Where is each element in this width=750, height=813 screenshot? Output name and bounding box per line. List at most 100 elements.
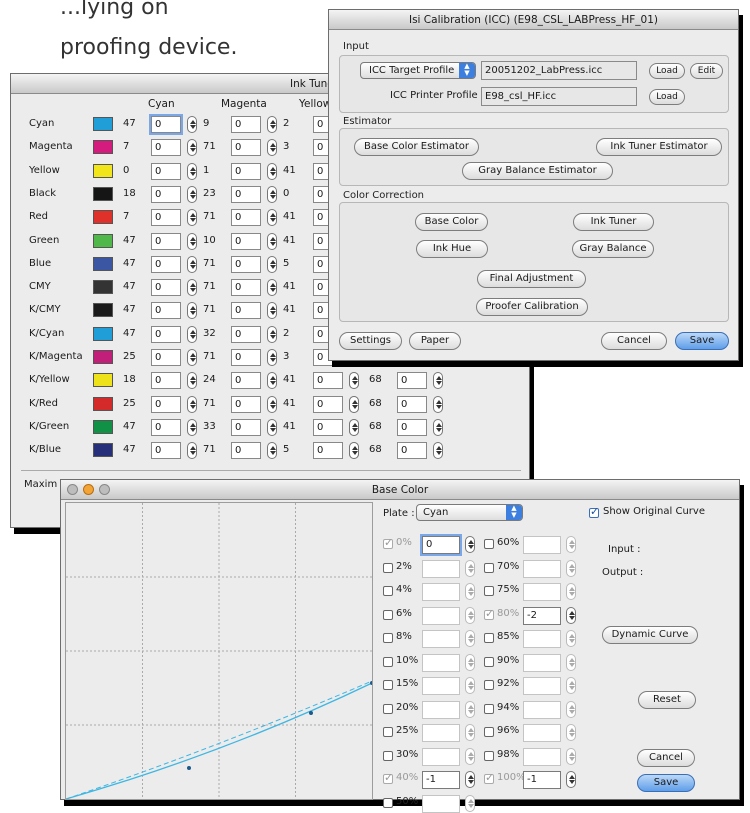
proofer-calibration-button[interactable]: Proofer Calibration [476, 298, 588, 316]
point-value-field[interactable] [422, 606, 460, 625]
point-stepper[interactable] [566, 700, 576, 718]
point-value-field[interactable] [523, 677, 561, 695]
ink-row-field-k[interactable]: 0 [313, 395, 343, 413]
ink-row-field-c[interactable]: 0 [151, 372, 181, 390]
close-button-icon[interactable] [67, 484, 78, 495]
ink-row-stepper-k[interactable] [349, 418, 359, 436]
ink-row-field-k[interactable]: 0 [313, 418, 343, 436]
point-stepper[interactable] [566, 583, 576, 600]
point-checkbox[interactable] [383, 703, 393, 714]
ink-row-field-c[interactable]: 0 [151, 139, 181, 157]
point-value-field[interactable] [523, 724, 561, 742]
ink-row-stepper-c[interactable] [187, 302, 197, 320]
point-stepper[interactable] [465, 536, 475, 553]
target-profile-select[interactable]: ICC Target Profile ▲ ▼ [360, 62, 476, 79]
ink-row-stepper-l[interactable] [433, 418, 443, 436]
point-checkbox[interactable] [383, 797, 393, 808]
point-value-field[interactable] [422, 724, 460, 742]
point-value-field[interactable]: -1 [422, 771, 460, 789]
zoom-button-icon[interactable] [99, 484, 110, 495]
printer-load-button[interactable]: Load [649, 89, 685, 105]
ink-row-stepper-m[interactable] [267, 349, 277, 366]
point-checkbox[interactable] [383, 633, 393, 643]
ink-row-field-c[interactable]: 0 [151, 255, 181, 273]
point-checkbox[interactable] [484, 586, 494, 596]
point-value-field[interactable] [422, 559, 460, 578]
point-checkbox[interactable] [383, 609, 393, 620]
point-checkbox[interactable] [484, 656, 494, 667]
point-stepper[interactable] [566, 559, 576, 577]
ink-row-field-m[interactable]: 0 [231, 209, 261, 227]
plate-select[interactable]: Cyan ▲ ▼ [416, 504, 523, 521]
ink-row-stepper-c[interactable] [187, 185, 197, 203]
ink-row-field-m[interactable]: 0 [231, 372, 261, 390]
point-stepper[interactable] [566, 677, 576, 694]
ink-row-stepper-m[interactable] [267, 255, 277, 273]
ink-row-field-c[interactable]: 0 [151, 395, 181, 413]
point-value-field[interactable]: 0 [420, 534, 462, 556]
point-value-field[interactable] [523, 747, 561, 766]
ink-row-stepper-m[interactable] [267, 302, 277, 320]
ink-row-stepper-c[interactable] [187, 442, 197, 460]
ink-row-field-m[interactable]: 0 [231, 185, 261, 203]
ink-tuner-button[interactable]: Ink Tuner [573, 213, 654, 231]
ink-row-stepper-c[interactable] [187, 232, 197, 250]
minimize-button-icon[interactable] [83, 484, 94, 495]
point-checkbox[interactable] [383, 562, 393, 573]
ink-row-stepper-m[interactable] [267, 185, 277, 203]
ink-row-stepper-m[interactable] [267, 372, 277, 390]
point-checkbox[interactable] [383, 727, 393, 737]
ink-row-stepper-m[interactable] [267, 325, 277, 343]
ink-row-stepper-m[interactable] [267, 162, 277, 180]
point-checkbox[interactable] [383, 750, 393, 761]
ink-row-stepper-c[interactable] [187, 372, 197, 390]
point-stepper[interactable] [465, 771, 475, 788]
ink-tuner-estimator-button[interactable]: Ink Tuner Estimator [596, 138, 722, 156]
ink-row-field-m[interactable]: 0 [231, 139, 261, 157]
point-stepper[interactable] [566, 653, 576, 671]
point-stepper[interactable] [566, 747, 576, 765]
ink-row-stepper-c[interactable] [187, 325, 197, 343]
ink-row-field-m[interactable]: 0 [231, 162, 261, 180]
ink-row-stepper-m[interactable] [267, 139, 277, 157]
ink-row-field-m[interactable]: 0 [231, 418, 261, 436]
gray-balance-button[interactable]: Gray Balance [572, 240, 654, 258]
point-stepper[interactable] [465, 606, 475, 624]
ink-row-field-m[interactable]: 0 [231, 232, 261, 250]
ink-row-stepper-k[interactable] [349, 395, 359, 413]
ink-row-field-m[interactable]: 0 [231, 395, 261, 413]
paper-button[interactable]: Paper [409, 332, 461, 350]
ink-row-stepper-c[interactable] [187, 255, 197, 273]
ink-row-stepper-c[interactable] [187, 279, 197, 297]
settings-button[interactable]: Settings [339, 332, 402, 350]
ink-row-stepper-m[interactable] [267, 418, 277, 436]
ink-row-stepper-k[interactable] [349, 442, 359, 460]
dynamic-curve-button[interactable]: Dynamic Curve [602, 626, 698, 644]
point-checkbox[interactable] [484, 562, 494, 573]
point-checkbox[interactable] [383, 771, 393, 784]
ink-row-field-m[interactable]: 0 [231, 116, 261, 133]
ink-row-field-m[interactable]: 0 [231, 442, 261, 460]
point-value-field[interactable] [422, 700, 460, 719]
ink-row-stepper-c[interactable] [187, 395, 197, 413]
ink-row-stepper-c[interactable] [187, 162, 197, 180]
ink-row-stepper-m[interactable] [267, 232, 277, 250]
point-value-field[interactable] [523, 536, 561, 554]
point-value-field[interactable] [523, 700, 561, 719]
ink-row-field-c[interactable]: 0 [151, 185, 181, 203]
base-color-button[interactable]: Base Color [415, 213, 488, 231]
ink-row-field-c[interactable]: 0 [151, 302, 181, 320]
point-checkbox[interactable] [383, 586, 393, 596]
point-value-field[interactable] [422, 583, 460, 601]
ink-row-field-l[interactable]: 0 [397, 418, 427, 436]
calibration-cancel-button[interactable]: Cancel [601, 332, 667, 350]
point-checkbox[interactable] [484, 727, 494, 737]
point-value-field[interactable]: -2 [523, 606, 561, 625]
ink-row-stepper-m[interactable] [267, 279, 277, 297]
point-value-field[interactable] [523, 559, 561, 578]
ink-row-stepper-l[interactable] [433, 395, 443, 413]
point-checkbox[interactable] [484, 703, 494, 714]
point-value-field[interactable] [422, 653, 460, 672]
point-stepper[interactable] [465, 583, 475, 600]
point-value-field[interactable] [523, 583, 561, 601]
